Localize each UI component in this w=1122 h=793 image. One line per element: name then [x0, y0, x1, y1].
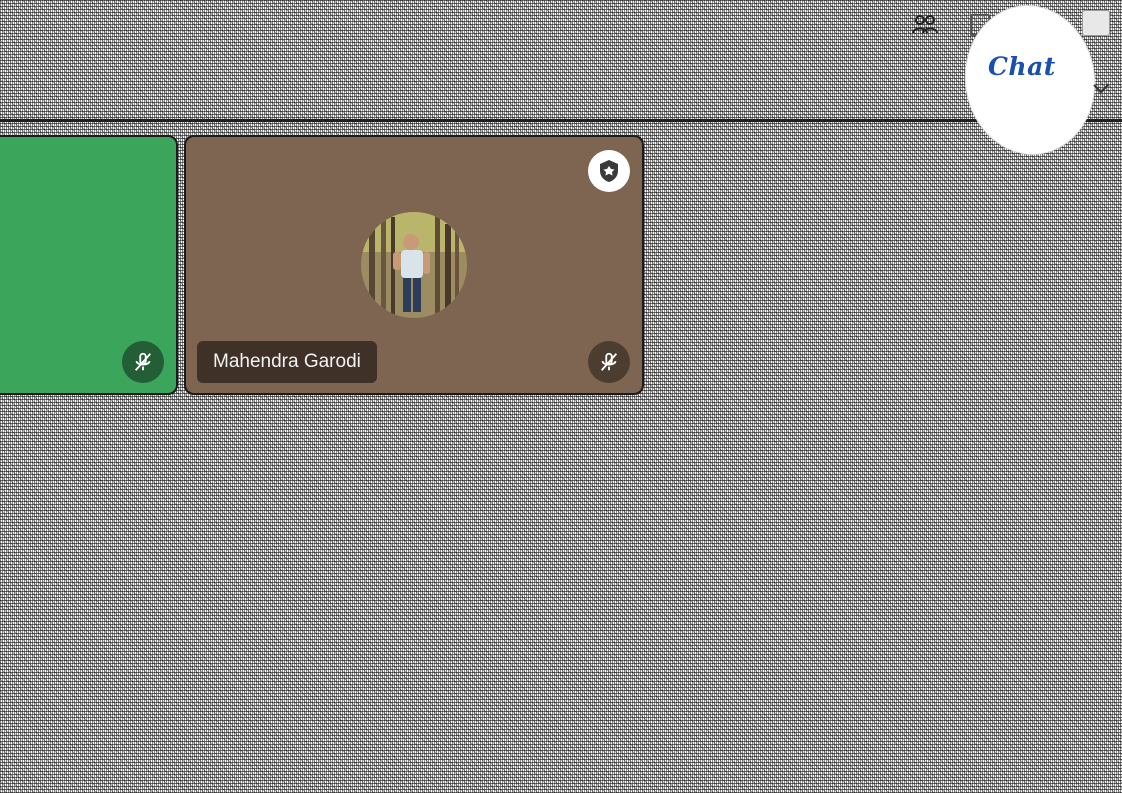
window-control-button[interactable]	[1082, 10, 1110, 36]
mic-off-icon	[600, 352, 618, 371]
participant-name: Mahendra Garodi	[213, 351, 361, 372]
profile-photo	[361, 212, 467, 318]
mic-off-button[interactable]	[122, 341, 164, 383]
chat-label[interactable]: Chat	[988, 52, 1056, 81]
meeting-header	[0, 0, 1122, 120]
people-icon[interactable]	[912, 14, 938, 34]
participant-name-tag: Mahendra Garodi	[197, 341, 377, 383]
participant-tile-green[interactable]	[0, 137, 176, 393]
mic-off-button[interactable]	[588, 341, 630, 383]
participant-tile-mahendra[interactable]: Mahendra Garodi	[186, 137, 642, 393]
header-divider	[0, 119, 1122, 122]
host-badge[interactable]	[588, 150, 630, 192]
mic-off-icon	[134, 352, 152, 371]
chevron-down-icon[interactable]	[1092, 82, 1110, 96]
shield-icon	[600, 160, 618, 182]
avatar	[361, 212, 467, 318]
